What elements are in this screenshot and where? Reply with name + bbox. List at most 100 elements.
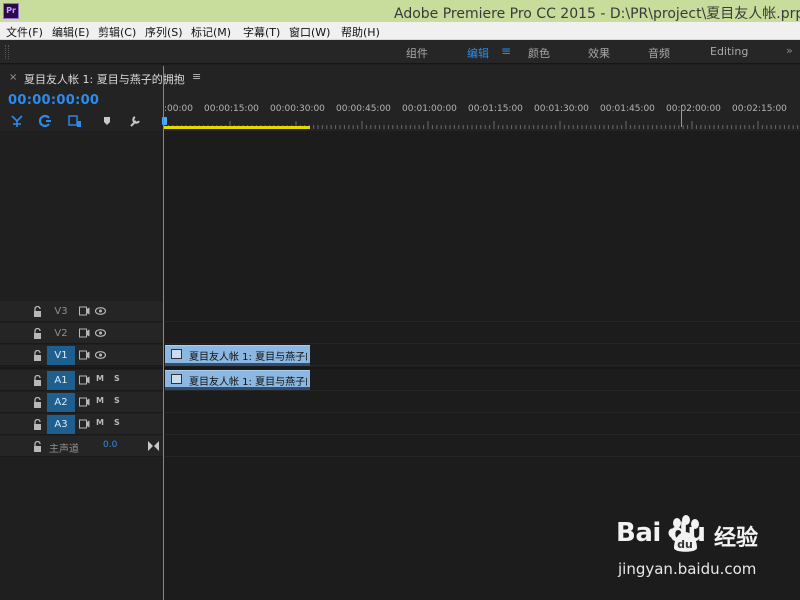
sequence-tab[interactable]: 夏目友人帐 1: 夏目与燕子的拥抱 xyxy=(24,71,185,87)
paw-icon: du xyxy=(668,515,699,552)
eye-icon[interactable] xyxy=(95,351,106,359)
sync-lock-icon[interactable] xyxy=(79,397,90,407)
lock-icon[interactable] xyxy=(33,306,42,317)
hamburger-menu-icon[interactable]: ≡ xyxy=(501,44,511,58)
ruler-label: 00:01:45:00 xyxy=(600,104,655,114)
premiere-window: Pr Adobe Premiere Pro CC 2015 - D:\PR\pr… xyxy=(0,0,800,600)
track-a1: A1 M S xyxy=(0,370,800,391)
workspace-tab-editing-cn[interactable]: 编辑 xyxy=(467,45,489,61)
track-label[interactable]: A2 xyxy=(47,393,75,412)
master-track-label: 主声道 xyxy=(49,444,79,455)
sync-lock-icon[interactable] xyxy=(79,375,90,385)
in-point-marker[interactable] xyxy=(681,105,682,127)
master-volume-value[interactable]: 0.0 xyxy=(103,440,117,450)
wrench-icon[interactable] xyxy=(128,114,142,128)
bowtie-icon[interactable] xyxy=(148,441,159,451)
premiere-logo-icon: Pr xyxy=(3,3,19,19)
menu-clip[interactable]: 剪辑(C) xyxy=(98,24,136,40)
mute-button[interactable]: M xyxy=(96,396,104,405)
track-header: V3 xyxy=(0,301,163,322)
solo-button[interactable]: S xyxy=(114,418,120,427)
mute-button[interactable]: M xyxy=(96,374,104,383)
lock-icon[interactable] xyxy=(33,441,42,452)
track-header: V2 xyxy=(0,323,163,344)
ruler-label: 00:00:30:00 xyxy=(270,104,325,114)
ruler-label: 00:01:30:00 xyxy=(534,104,589,114)
workspace-tab-color[interactable]: 颜色 xyxy=(528,45,550,61)
track-lane[interactable] xyxy=(164,392,800,413)
lock-icon[interactable] xyxy=(33,375,42,386)
time-ruler[interactable]: :00:00 00:00:15:00 00:00:30:00 00:00:45:… xyxy=(164,99,800,129)
track-label[interactable]: A1 xyxy=(47,371,75,390)
mute-button[interactable]: M xyxy=(96,418,104,427)
menu-file[interactable]: 文件(F) xyxy=(6,24,43,40)
audio-clip[interactable]: 夏目友人帐 1: 夏目与燕子的拥抱 xyxy=(165,370,310,388)
track-a3: A3 M S xyxy=(0,414,800,435)
sync-lock-icon[interactable] xyxy=(79,419,90,429)
solo-button[interactable]: S xyxy=(114,374,120,383)
video-clip[interactable]: 夏目友人帐 1: 夏目与燕子的拥抱 xyxy=(165,345,310,363)
sync-lock-icon[interactable] xyxy=(79,328,90,338)
menu-edit[interactable]: 编辑(E) xyxy=(52,24,90,40)
track-v2: V2 xyxy=(0,323,800,344)
chevron-right-icon[interactable]: » xyxy=(786,44,793,57)
workspace-tab-assembly[interactable]: 组件 xyxy=(406,45,428,61)
sync-lock-icon[interactable] xyxy=(79,306,90,316)
track-label[interactable]: V1 xyxy=(47,346,75,365)
playhead-line[interactable] xyxy=(163,66,164,600)
track-label[interactable]: A3 xyxy=(47,415,75,434)
menu-title[interactable]: 字幕(T) xyxy=(243,24,280,40)
workspace-tab-audio[interactable]: 音频 xyxy=(648,45,670,61)
menu-bar: 文件(F) 编辑(E) 剪辑(C) 序列(S) 标记(M) 字幕(T) 窗口(W… xyxy=(0,22,800,40)
track-header: A1 M S xyxy=(0,370,163,391)
lock-icon[interactable] xyxy=(33,397,42,408)
workspace-tab-effects[interactable]: 效果 xyxy=(588,45,610,61)
window-title: Adobe Premiere Pro CC 2015 - D:\PR\proje… xyxy=(394,6,800,22)
track-lane[interactable] xyxy=(164,301,800,322)
title-bar: Pr Adobe Premiere Pro CC 2015 - D:\PR\pr… xyxy=(0,0,800,22)
video-audio-divider[interactable] xyxy=(0,367,800,369)
menu-sequence[interactable]: 序列(S) xyxy=(145,24,183,40)
panel-menu-icon[interactable]: ≡ xyxy=(192,70,201,83)
clip-name: 夏目友人帐 1: 夏目与燕子的拥抱 xyxy=(189,352,307,363)
ruler-label: 00:00:45:00 xyxy=(336,104,391,114)
solo-button[interactable]: S xyxy=(114,396,120,405)
eye-icon[interactable] xyxy=(95,307,106,315)
ruler-label: 00:01:00:00 xyxy=(402,104,457,114)
close-icon[interactable]: × xyxy=(9,72,17,83)
add-marker-icon[interactable] xyxy=(68,114,82,128)
sync-lock-icon[interactable] xyxy=(79,350,90,360)
track-lane[interactable] xyxy=(164,323,800,344)
clip-name: 夏目友人帐 1: 夏目与燕子的拥抱 xyxy=(189,377,307,388)
track-v3: V3 xyxy=(0,301,800,322)
menu-help[interactable]: 帮助(H) xyxy=(341,24,380,40)
track-label[interactable]: V3 xyxy=(47,302,75,321)
work-area-bar[interactable] xyxy=(164,126,310,129)
linked-selection-icon[interactable] xyxy=(38,114,52,128)
lock-icon[interactable] xyxy=(33,328,42,339)
track-header: A3 M S xyxy=(0,414,163,435)
snap-tool-icon[interactable] xyxy=(10,114,24,128)
track-label[interactable]: V2 xyxy=(47,324,75,343)
track-lane[interactable] xyxy=(164,436,800,457)
lock-icon[interactable] xyxy=(33,419,42,430)
clip-bottom-edge xyxy=(165,363,310,366)
ruler-label: 00:02:00:00 xyxy=(666,104,721,114)
track-lane[interactable] xyxy=(164,414,800,435)
ruler-label: 00:02:15:00 xyxy=(732,104,787,114)
fx-badge-icon xyxy=(171,374,182,384)
watermark-url: jingyan.baidu.com xyxy=(618,560,757,578)
track-header: V1 xyxy=(0,345,163,366)
eye-icon[interactable] xyxy=(95,329,106,337)
menu-window[interactable]: 窗口(W) xyxy=(289,24,330,40)
workspace-bar: 组件 编辑 ≡ 颜色 效果 音频 Editing » xyxy=(0,40,800,64)
track-header: A2 M S xyxy=(0,392,163,413)
svg-text:du: du xyxy=(677,538,693,551)
menu-marker[interactable]: 标记(M) xyxy=(191,24,231,40)
playhead-timecode[interactable]: 00:00:00:00 xyxy=(8,93,99,108)
workspace-tab-editing[interactable]: Editing xyxy=(710,45,748,58)
grip-icon[interactable] xyxy=(5,45,9,59)
lock-icon[interactable] xyxy=(33,350,42,361)
watermark-cn: 经验 xyxy=(714,526,759,551)
marker-icon[interactable] xyxy=(100,114,114,128)
